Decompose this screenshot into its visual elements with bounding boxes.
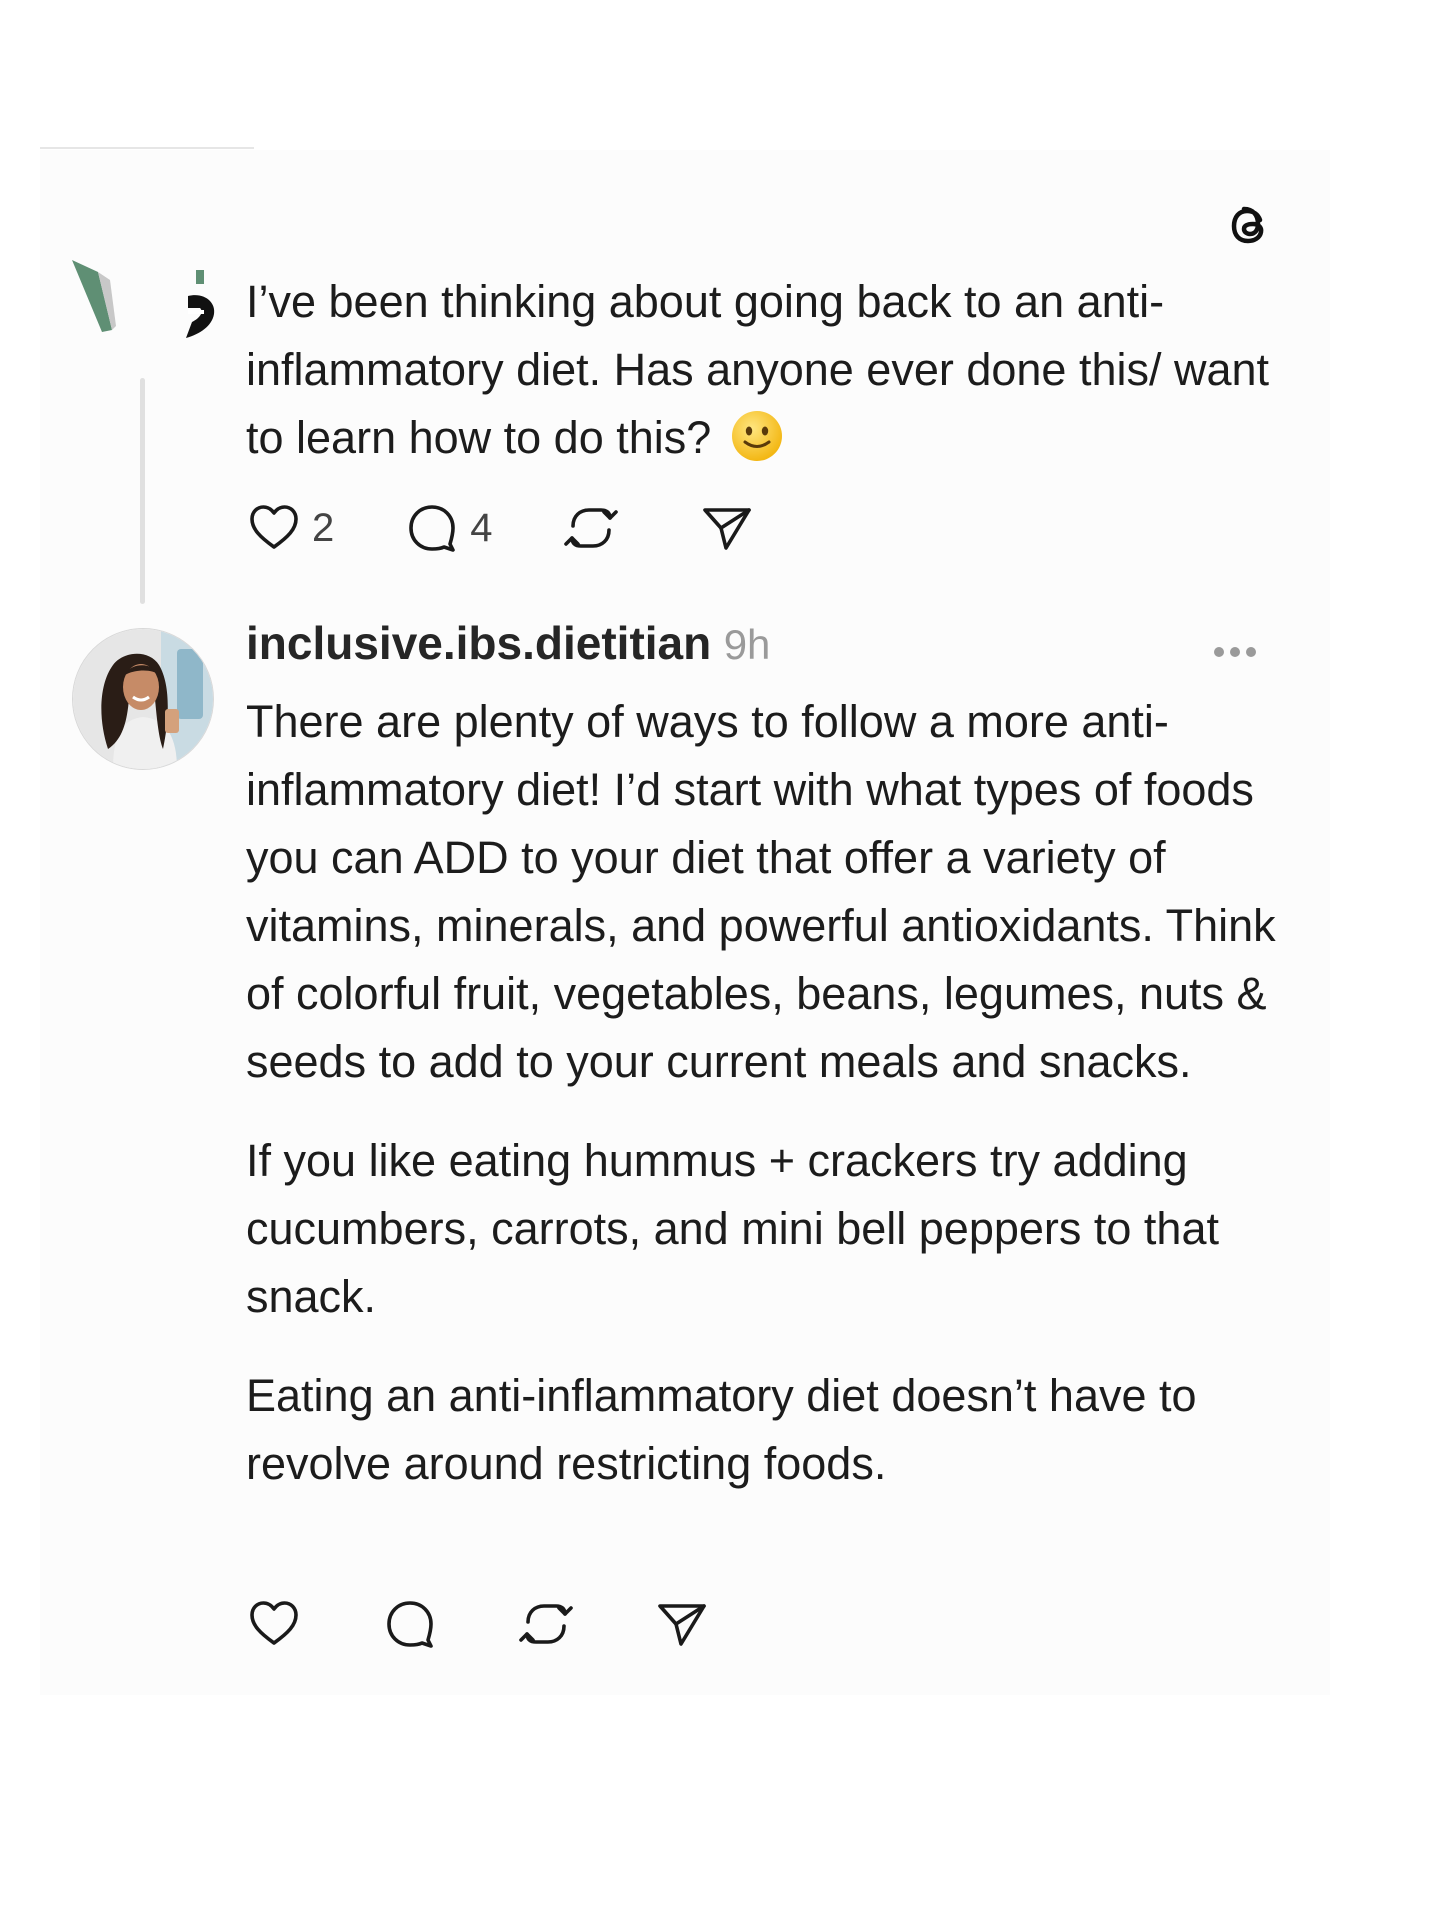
comment-icon [409, 505, 456, 552]
reply-paragraph: Eating an anti-inflammatory diet doesn’t… [246, 1370, 1197, 1489]
top-divider [40, 147, 254, 149]
share-button[interactable] [699, 500, 755, 556]
slightly-smiling-face-icon [731, 411, 782, 461]
like-button[interactable]: 2 [246, 500, 334, 556]
repost-icon [519, 1604, 573, 1644]
thread-connector-line [140, 378, 145, 604]
original-post-actions: 2 4 [246, 500, 755, 556]
avatar[interactable] [72, 628, 214, 770]
reply-button[interactable]: 4 [404, 500, 493, 556]
send-icon [658, 1604, 706, 1646]
comment-icon [387, 1601, 433, 1648]
repost-button[interactable] [518, 1596, 574, 1652]
repost-button[interactable] [563, 500, 619, 556]
heart-icon [250, 1601, 298, 1645]
repost-icon [563, 508, 618, 548]
reply-text: There are plenty of ways to follow a mor… [246, 688, 1296, 1529]
op-avatar[interactable] [72, 260, 222, 360]
heart-icon [250, 505, 298, 549]
original-post-text: I’ve been thinking about going back to a… [246, 268, 1286, 472]
username[interactable]: inclusive.ibs.dietitian [246, 617, 711, 669]
share-button[interactable] [654, 1596, 710, 1652]
reply-header: inclusive.ibs.dietitian 9h [246, 616, 1286, 686]
reply-button[interactable] [382, 1596, 438, 1652]
more-dots-icon[interactable] [1214, 644, 1274, 664]
reply-paragraph: If you like eating hummus + crackers try… [246, 1135, 1219, 1322]
send-icon [702, 508, 751, 550]
threads-logo-icon[interactable] [1222, 198, 1278, 254]
reply-actions [246, 1596, 790, 1652]
reply-paragraph: There are plenty of ways to follow a mor… [246, 696, 1276, 1087]
timestamp: 9h [723, 621, 771, 668]
dietitian-avatar-image [73, 629, 213, 769]
reply-count: 4 [470, 505, 493, 550]
like-count: 2 [312, 505, 335, 550]
like-button[interactable] [246, 1596, 302, 1652]
